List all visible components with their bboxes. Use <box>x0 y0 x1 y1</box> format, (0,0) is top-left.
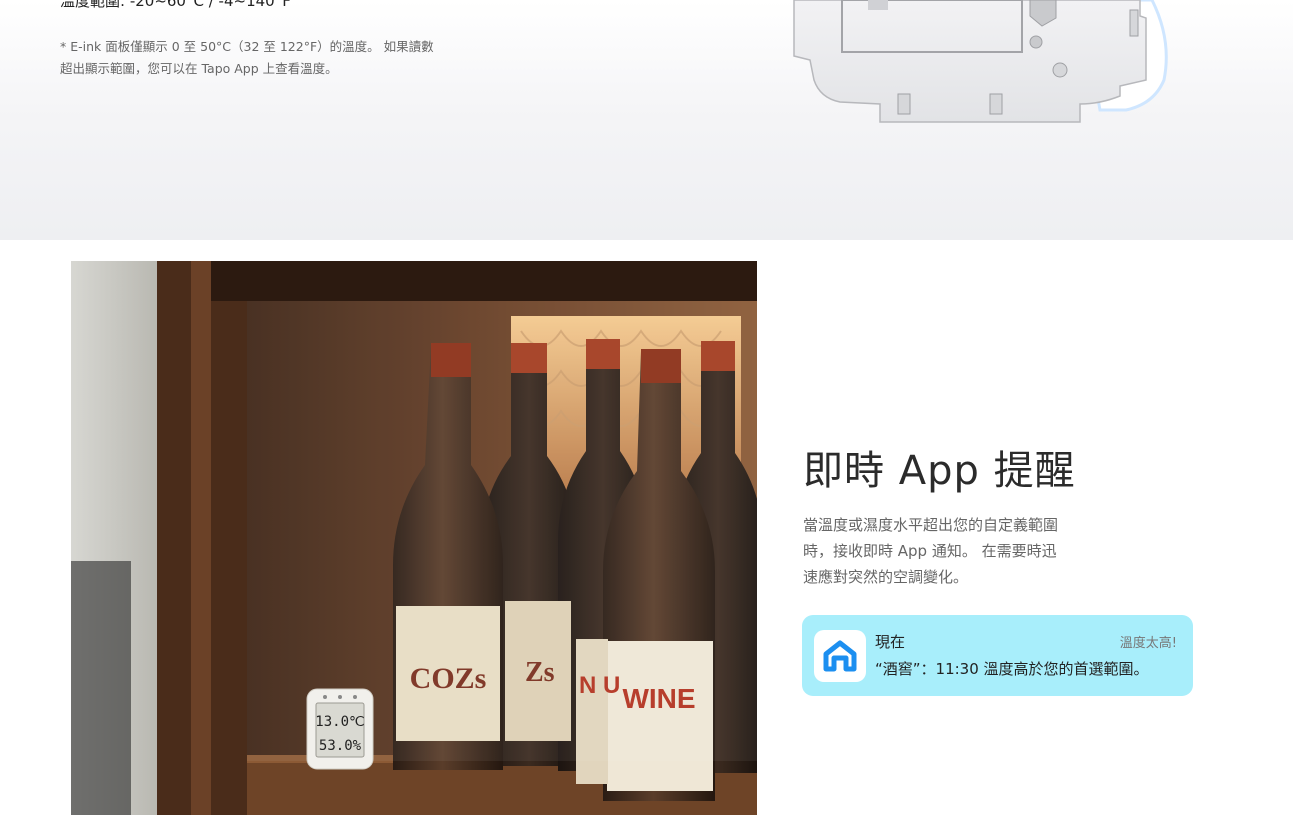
app-notification-card: 現在 溫度太高! “酒窖”：11:30 溫度高於您的首選範圍。 <box>802 615 1193 696</box>
note-line-1: * E-ink 面板僅顯示 0 至 50°C（32 至 122°F）的溫度。 如… <box>60 39 434 54</box>
description-line-1: 當溫度或濕度水平超出您的自定義範圍 <box>803 516 1059 534</box>
home-icon <box>823 640 857 672</box>
note-line-2: 超出顯示範圍，您可以在 Tapo App 上查看溫度。 <box>60 61 338 76</box>
notification-message: “酒窖”：11:30 溫度高於您的首選範圍。 <box>875 660 1149 678</box>
top-section: 溫度範圍: -20~60°C / -4~140°F * E-ink 面板僅顯示 … <box>0 0 1293 240</box>
wine-cabinet-scene: COZs Zs WINE N U 13.0℃ 53.0% <box>71 261 757 815</box>
temperature-range-text: 溫度範圍: -20~60°C / -4~140°F <box>60 0 291 10</box>
sensor-humidity: 53.0% <box>319 738 362 754</box>
wine-cabinet-photo: COZs Zs WINE N U 13.0℃ 53.0% <box>71 261 757 815</box>
notification-alert: 溫度太高! <box>1119 636 1177 651</box>
description-line-3: 速應對突然的空調變化。 <box>803 568 969 586</box>
tapo-home-icon <box>814 630 866 682</box>
notification-time: 現在 <box>875 633 906 651</box>
feature-title: 即時 App 提醒 <box>803 448 1076 494</box>
description-line-2: 時，接收即時 App 通知。 在需要時迅 <box>803 542 1057 560</box>
sensor-temperature: 13.0℃ <box>315 714 364 730</box>
feature-description: 當溫度或濕度水平超出您的自定義範圍 時，接收即時 App 通知。 在需要時迅 速… <box>803 512 1103 590</box>
eink-display-note: * E-ink 面板僅顯示 0 至 50°C（32 至 122°F）的溫度。 如… <box>60 36 480 80</box>
sensor-bracket-illustration <box>793 0 1168 123</box>
